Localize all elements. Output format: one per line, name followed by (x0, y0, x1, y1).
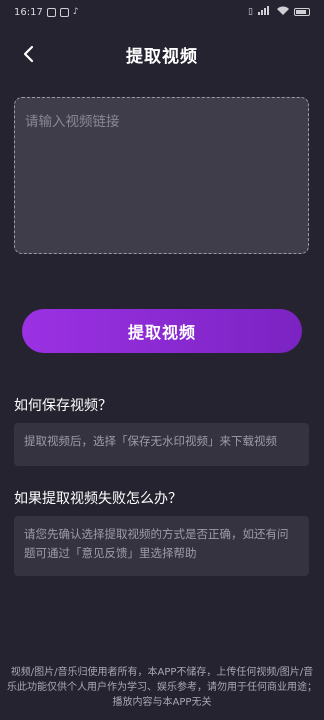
vibrate-icon: ▯ (248, 7, 253, 17)
extract-video-button[interactable]: 提取视频 (22, 309, 302, 353)
status-right: ▯ (248, 6, 310, 18)
chevron-left-icon (23, 45, 34, 63)
signal-icon (258, 6, 272, 18)
faq-answer-fail: 请您先确认选择提取视频的方式是否正确，如还有问题可通过「意见反馈」里选择帮助 (14, 516, 309, 576)
footer-disclaimer: 视频/图片/音乐归使用者所有，本APP不储存，上传任何视频/图片/音乐此功能仅供… (7, 667, 317, 708)
faq-answer-save: 提取视频后，选择「保存无水印视频」来下载视频 (14, 423, 309, 466)
page-title: 提取视频 (126, 46, 198, 67)
wifi-icon (277, 6, 289, 18)
video-link-input-box[interactable] (14, 97, 309, 254)
back-button[interactable] (14, 40, 42, 68)
tiktok-icon: ♪ (72, 7, 79, 17)
app-notification-icon (59, 7, 69, 17)
notification-icon (46, 7, 56, 17)
faq-question-fail: 如果提取视频失败怎么办？ (14, 491, 182, 507)
status-bar: 16:17 ♪ ▯ (0, 0, 324, 24)
status-time: 16:17 (14, 6, 43, 18)
status-left: 16:17 ♪ (14, 7, 79, 18)
video-link-input[interactable] (23, 108, 297, 242)
app-header: 提取视频 (0, 32, 324, 76)
battery-icon (294, 8, 310, 16)
faq-question-save: 如何保存视频？ (14, 398, 112, 414)
